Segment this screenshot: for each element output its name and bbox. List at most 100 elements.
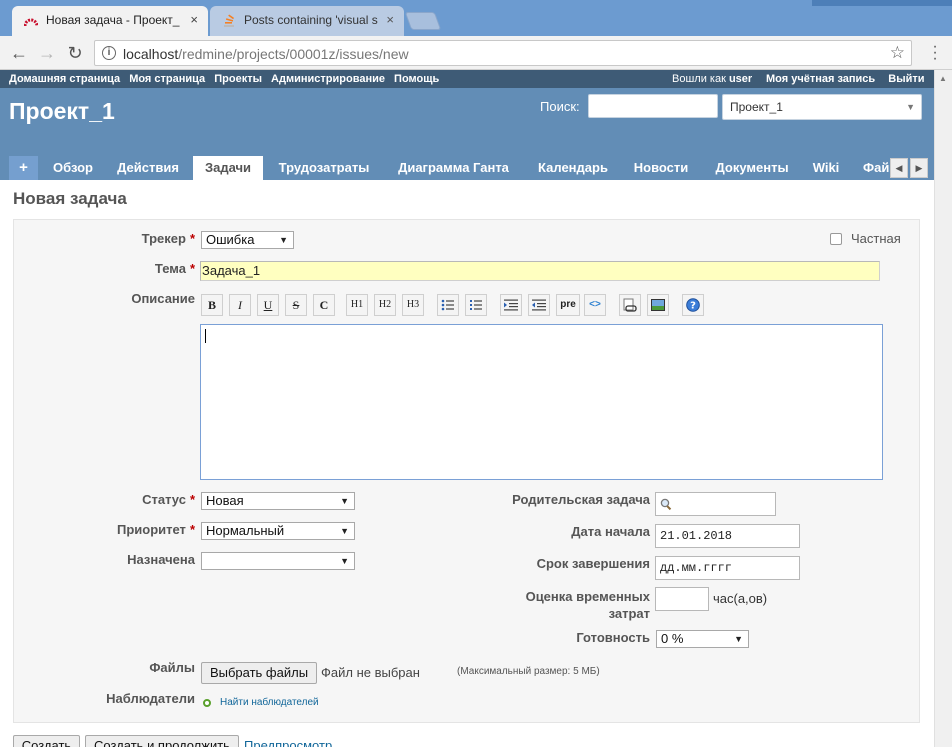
watchers-label: Наблюдатели — [106, 691, 195, 706]
heading1-button[interactable]: H1 — [346, 294, 368, 316]
topmenu-help-link[interactable]: Помощь — [394, 73, 439, 85]
top-menu: Домашняя страница Моя страница Проекты А… — [0, 70, 934, 88]
tab-files[interactable]: Фай — [854, 156, 890, 180]
priority-select[interactable]: Нормальный ▼ — [201, 522, 355, 540]
create-continue-button[interactable]: Создать и продолжить — [85, 735, 239, 747]
estimate-label: Оценка временных затрат — [525, 589, 650, 621]
reload-icon[interactable]: ↻ — [64, 42, 86, 64]
project-header: Проект_1 Поиск: Проект_1 ▼ + Обзор Дейст… — [0, 88, 934, 180]
code-highlight-button[interactable]: <> — [584, 294, 606, 316]
browser-tab-redmine[interactable]: Новая задача - Проект_ × — [12, 6, 208, 36]
tab-overview[interactable]: Обзор — [44, 156, 102, 180]
assignee-label: Назначена — [127, 552, 195, 567]
logout-link[interactable]: Выйти — [888, 73, 924, 85]
done-ratio-label: Готовность — [576, 630, 650, 645]
heading3-button[interactable]: H3 — [402, 294, 424, 316]
new-object-button[interactable]: + — [9, 156, 38, 180]
image-button[interactable] — [647, 294, 669, 316]
topmenu-home-link[interactable]: Домашняя страница — [9, 73, 120, 85]
tab-issues[interactable]: Задачи — [193, 156, 263, 180]
max-size-note: (Максимальный размер: 5 МБ) — [457, 666, 600, 677]
new-tab-button[interactable] — [404, 12, 442, 30]
pre-button[interactable]: pre — [556, 294, 580, 316]
find-watchers-link[interactable]: Найти наблюдателей — [220, 697, 319, 708]
underline-button[interactable]: U — [257, 294, 279, 316]
strikethrough-button[interactable]: S — [285, 294, 307, 316]
status-select[interactable]: Новая ▼ — [201, 492, 355, 510]
done-ratio-select[interactable]: 0 % ▼ — [656, 630, 749, 648]
page-title: Новая задача — [13, 189, 127, 208]
browser-tabstrip: Новая задача - Проект_ × Posts containin… — [0, 0, 952, 36]
estimate-unit: час(а,ов) — [713, 591, 768, 606]
subject-input[interactable]: Задача_1 — [200, 261, 880, 281]
logged-as: Вошли как user — [672, 73, 753, 85]
start-date-input[interactable]: 21.01.2018 — [655, 524, 800, 548]
status-label: Статус * — [142, 492, 195, 507]
menu-scroll-left-icon[interactable]: ◀ — [890, 158, 908, 178]
back-arrow-icon[interactable]: ← — [8, 42, 30, 64]
due-date-input[interactable]: дд.мм.гггг — [655, 556, 800, 580]
project-jump-select[interactable]: Проект_1 ▼ — [722, 94, 922, 120]
browser-tab-title: Posts containing 'visual s — [244, 13, 378, 27]
tab-gantt[interactable]: Диаграмма Ганта — [386, 156, 521, 180]
tab-close-icon[interactable]: × — [386, 6, 394, 34]
preview-link[interactable]: Предпросмотр — [244, 738, 332, 747]
stackoverflow-favicon-icon — [224, 14, 235, 27]
url-text: localhost/redmine/projects/00001z/issues… — [123, 46, 409, 62]
list-ul-button[interactable] — [437, 294, 459, 316]
chevron-down-icon: ▼ — [340, 526, 349, 536]
info-icon[interactable]: i — [102, 46, 116, 60]
outdent-icon — [532, 299, 546, 311]
menu-scroll-right-icon[interactable]: ▶ — [910, 158, 928, 178]
address-bar[interactable]: i localhost/redmine/projects/00001z/issu… — [94, 40, 912, 66]
help-button[interactable]: ? — [682, 294, 704, 316]
italic-button[interactable]: I — [229, 294, 251, 316]
topmenu-mypage-link[interactable]: Моя страница — [129, 73, 205, 85]
private-checkbox[interactable] — [830, 233, 842, 245]
my-account-link[interactable]: Моя учётная запись — [766, 73, 875, 85]
tracker-select[interactable]: Ошибка ▼ — [201, 231, 294, 249]
start-date-label: Дата начала — [571, 524, 650, 539]
tab-documents[interactable]: Документы — [704, 156, 800, 180]
chevron-down-icon: ▼ — [279, 235, 288, 245]
scroll-up-icon[interactable]: ▲ — [939, 74, 947, 83]
help-icon: ? — [686, 298, 700, 312]
tab-activity[interactable]: Действия — [108, 156, 188, 180]
priority-label: Приоритет * — [116, 522, 195, 537]
image-icon — [651, 299, 665, 311]
bookmark-star-icon[interactable]: ☆ — [890, 43, 905, 63]
project-title: Проект_1 — [9, 98, 115, 124]
browser-menu-icon[interactable]: · · · — [932, 39, 938, 67]
assignee-select[interactable]: ▼ — [201, 552, 355, 570]
topmenu-projects-link[interactable]: Проекты — [214, 73, 262, 85]
tab-wiki[interactable]: Wiki — [806, 156, 846, 180]
parent-issue-input[interactable] — [655, 492, 776, 516]
heading2-button[interactable]: H2 — [374, 294, 396, 316]
tab-close-icon[interactable]: × — [190, 6, 198, 34]
topmenu-admin-link[interactable]: Администрирование — [271, 73, 385, 85]
list-ol-button[interactable] — [465, 294, 487, 316]
estimate-input[interactable] — [655, 587, 709, 611]
search-label: Поиск: — [540, 99, 580, 114]
wiki-link-button[interactable] — [619, 294, 641, 316]
logged-user-link[interactable]: user — [729, 73, 752, 85]
tab-time-entries[interactable]: Трудозатраты — [269, 156, 379, 180]
bold-button[interactable]: B — [201, 294, 223, 316]
description-textarea[interactable] — [200, 324, 883, 480]
page-scrollbar[interactable]: ▲ — [934, 70, 952, 747]
chevron-down-icon: ▼ — [734, 634, 743, 644]
search-input[interactable] — [588, 94, 718, 118]
tab-news[interactable]: Новости — [625, 156, 697, 180]
create-button[interactable]: Создать — [13, 735, 80, 747]
tab-calendar[interactable]: Календарь — [528, 156, 618, 180]
forward-arrow-icon[interactable]: → — [36, 42, 58, 64]
no-file-text: Файл не выбран — [321, 665, 420, 680]
add-watcher-icon[interactable] — [203, 699, 211, 707]
magnifier-icon — [660, 498, 672, 511]
browser-tab-posts[interactable]: Posts containing 'visual s × — [210, 6, 404, 36]
code-button[interactable]: C — [313, 294, 335, 316]
outdent-button[interactable] — [528, 294, 550, 316]
description-label: Описание — [131, 291, 195, 306]
choose-files-button[interactable]: Выбрать файлы — [201, 662, 317, 684]
indent-button[interactable] — [500, 294, 522, 316]
